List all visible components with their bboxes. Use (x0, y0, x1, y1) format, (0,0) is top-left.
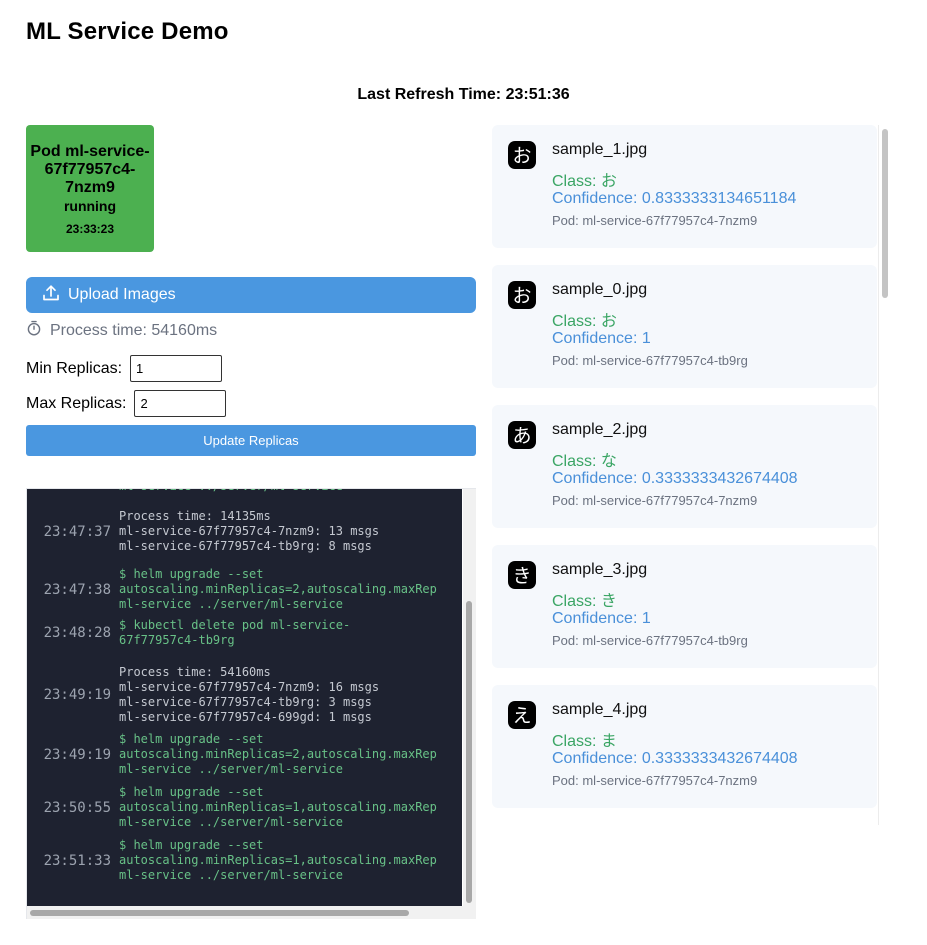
result-pod: Pod: ml-service-67f77957c4-tb9rg (552, 353, 748, 368)
result-card: お sample_1.jpg Class: お Confidence: 0.83333… (492, 125, 877, 248)
log-timestamp: 23:49:19 (43, 746, 111, 763)
log-entry: 23:51:33 $ helm upgrade --set autoscaling… (27, 838, 462, 883)
svg-text:え: え (512, 705, 531, 727)
log-vertical-scrollbar[interactable] (463, 489, 476, 906)
result-filename: sample_4.jpg (552, 701, 648, 718)
result-class: Class: お (552, 313, 617, 330)
log-message: $ helm upgrade --set autoscaling.minRepl… (119, 732, 437, 776)
min-replicas-input[interactable] (130, 355, 223, 382)
result-card: え sample_4.jpg Class: ま Confidence: 0.33333… (492, 685, 877, 808)
result-confidence: Confidence: 0.8333333134651184 (552, 190, 797, 207)
pod-name: Pod ml-service-67f77957c4-7nzm9 (30, 143, 150, 196)
update-replicas-button[interactable]: Update Replicas (26, 425, 476, 456)
pod-card: Pod ml-service-67f77957c4-7nzm9 running … (26, 125, 154, 252)
max-replicas-row: Max Replicas: (26, 390, 227, 417)
log-timestamp: 23:47:38 (43, 581, 111, 598)
pod-status: running (63, 198, 117, 214)
log-vertical-scroll-thumb[interactable] (466, 601, 472, 903)
log-message: Process time: 54160ms ml-service-67f7795… (119, 665, 380, 724)
log-message: ml-service ../server/ml-service (119, 489, 343, 494)
result-filename: sample_1.jpg (552, 141, 648, 158)
upload-images-button[interactable]: Upload Images (26, 277, 476, 313)
result-class: Class: き (552, 593, 617, 610)
sample-thumbnail-image: え (508, 701, 536, 729)
pod-start-time: 23:33:23 (65, 222, 115, 236)
result-filename: sample_0.jpg (552, 281, 648, 298)
result-card: き sample_3.jpg Class: き Confidence: 1 Pod: m… (492, 545, 877, 668)
result-card: お sample_0.jpg Class: お Confidence: 1 Pod: m… (492, 265, 877, 388)
result-class: Class: ま (552, 733, 617, 750)
log-panel: ml-service ../server/ml-service 23:47:37 P… (26, 488, 476, 919)
log-timestamp: 23:49:19 (43, 687, 111, 703)
svg-text:あ: あ (512, 425, 531, 447)
log-entry: 23:48:28 $ kubectl delete pod ml-service-… (27, 618, 462, 648)
svg-text:お: お (512, 285, 531, 307)
log-terminal: ml-service ../server/ml-service 23:47:37 P… (27, 489, 462, 906)
result-class: Class: な (552, 453, 617, 470)
result-filename: sample_3.jpg (552, 561, 648, 578)
log-entry: 23:47:37 Process time: 14135ms ml-service… (27, 509, 462, 554)
max-replicas-input[interactable] (134, 390, 227, 417)
log-message: $ helm upgrade --set autoscaling.minRepl… (119, 838, 437, 882)
page-title: ML Service Demo (26, 18, 229, 45)
log-message: Process time: 14135ms ml-service-67f7795… (119, 509, 380, 553)
min-replicas-label: Min Replicas: (26, 359, 123, 377)
log-timestamp: 23:51:33 (43, 852, 111, 869)
log-entry: 23:47:38 $ helm upgrade --set autoscaling… (27, 567, 462, 612)
result-pod: Pod: ml-service-67f77957c4-7nzm9 (552, 213, 758, 228)
min-replicas-row: Min Replicas: (26, 355, 223, 382)
sample-thumbnail-image: き (508, 561, 536, 589)
log-entry: 23:49:19 $ helm upgrade --set autoscaling… (27, 732, 462, 777)
result-pod: Pod: ml-service-67f77957c4-tb9rg (552, 633, 748, 648)
log-timestamp: 23:47:37 (43, 523, 111, 540)
result-pod: Pod: ml-service-67f77957c4-7nzm9 (552, 773, 758, 788)
log-timestamp: 23:48:28 (43, 625, 111, 641)
process-time-text: Process time: 54160ms (50, 321, 218, 339)
max-replicas-label: Max Replicas: (26, 394, 127, 412)
process-time: Process time: 54160ms (26, 320, 217, 341)
result-confidence: Confidence: 0.3333333432674408 (552, 750, 798, 767)
log-horizontal-scroll-thumb[interactable] (30, 910, 409, 916)
svg-text:き: き (512, 565, 531, 587)
last-refresh-time: Last Refresh Time: 23:51:36 (357, 86, 570, 103)
log-message: $ helm upgrade --set autoscaling.minRepl… (119, 567, 437, 611)
log-entry: 23:50:55 $ helm upgrade --set autoscaling… (27, 785, 462, 830)
upload-icon (42, 284, 68, 307)
svg-text:お: お (512, 145, 531, 167)
sample-thumbnail-image: お (508, 141, 536, 169)
stopwatch-icon (26, 320, 50, 341)
result-card: あ sample_2.jpg Class: な Confidence: 0.33333… (492, 405, 877, 528)
result-confidence: Confidence: 1 (552, 610, 651, 627)
log-horizontal-scrollbar[interactable] (27, 906, 476, 919)
log-message: $ helm upgrade --set autoscaling.minRepl… (119, 785, 437, 829)
result-filename: sample_2.jpg (552, 421, 648, 438)
sample-thumbnail-image: あ (508, 421, 536, 449)
upload-images-label: Upload Images (68, 286, 176, 303)
result-confidence: Confidence: 1 (552, 330, 651, 347)
results-scroll-thumb[interactable] (882, 129, 888, 298)
results-list: お sample_1.jpg Class: お Confidence: 0.83333… (492, 125, 892, 825)
result-confidence: Confidence: 0.3333333432674408 (552, 470, 798, 487)
log-message: $ kubectl delete pod ml-service- 67f7795… (119, 618, 351, 647)
log-entry: 23:49:19 Process time: 54160ms ml-service… (27, 665, 462, 725)
result-pod: Pod: ml-service-67f77957c4-7nzm9 (552, 493, 758, 508)
log-timestamp: 23:50:55 (43, 799, 111, 816)
result-class: Class: お (552, 173, 617, 190)
results-scrollbar[interactable] (878, 125, 892, 825)
sample-thumbnail-image: お (508, 281, 536, 309)
log-entry: ml-service ../server/ml-service (27, 489, 462, 494)
